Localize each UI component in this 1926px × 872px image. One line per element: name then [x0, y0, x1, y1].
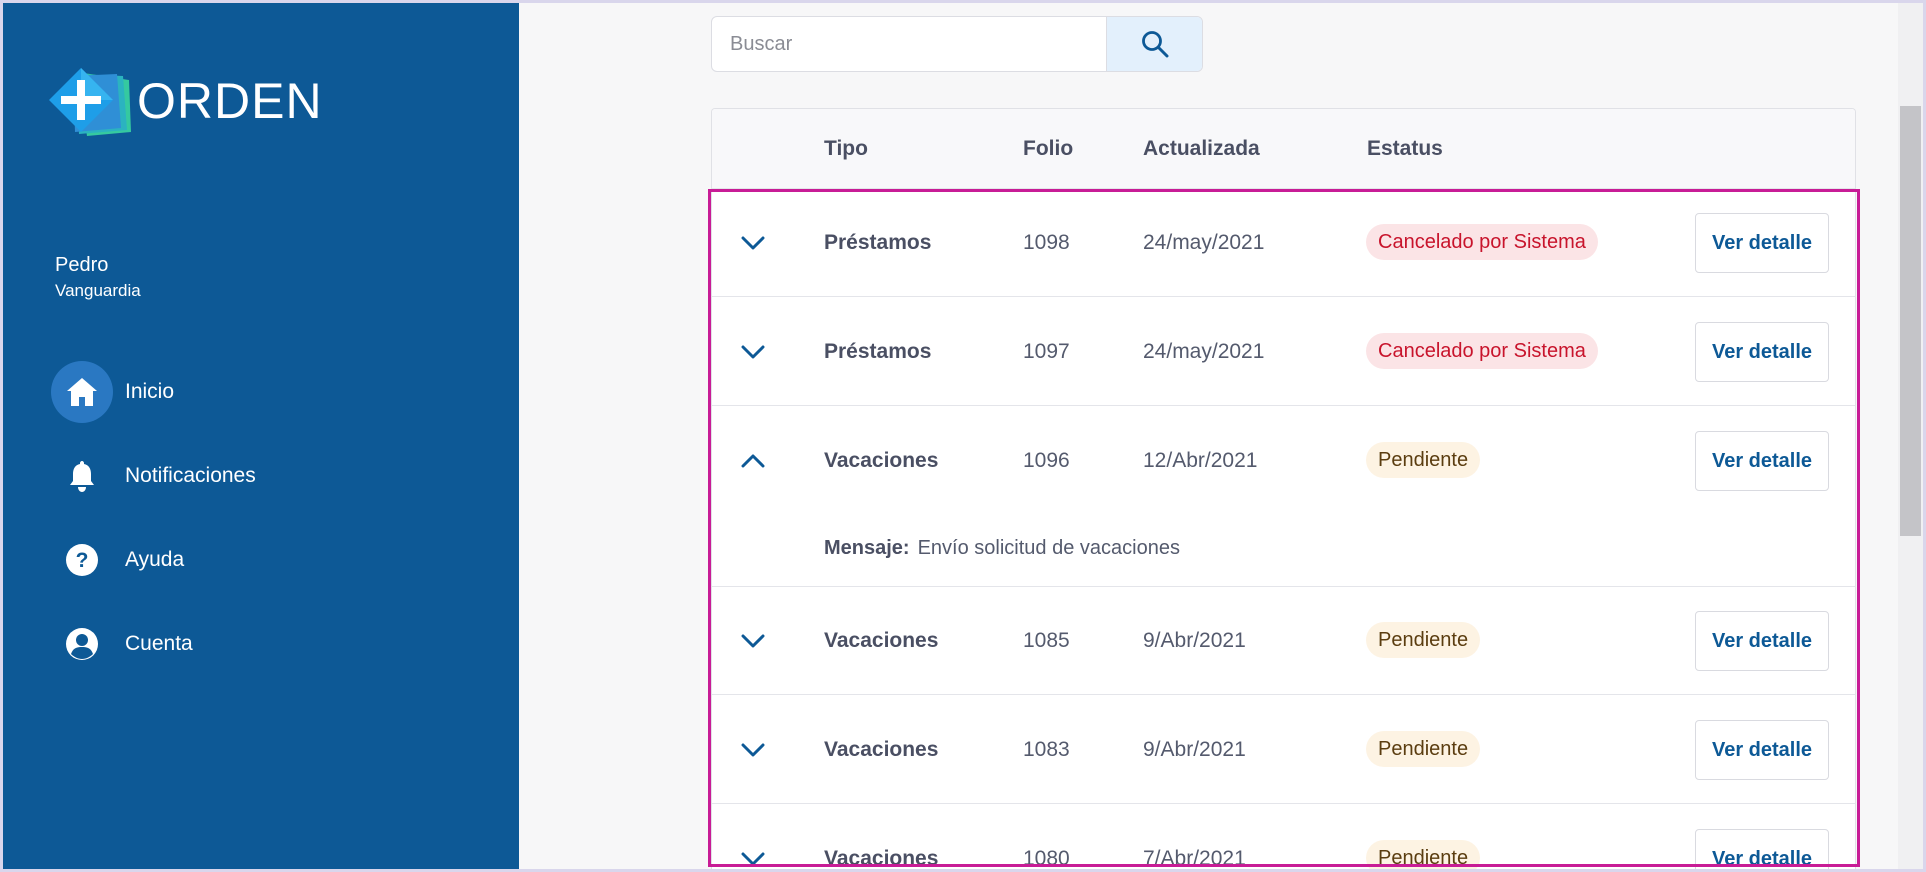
sidebar-item-label: Cuenta: [125, 632, 193, 655]
row-actualizada: 24/may/2021: [1143, 231, 1265, 254]
user-info: Pedro Vanguardia: [55, 253, 141, 302]
search-icon: [1141, 31, 1168, 58]
chevron-down-icon: [741, 743, 765, 757]
search-input[interactable]: [712, 17, 1106, 71]
row-actualizada: 9/Abr/2021: [1143, 738, 1246, 761]
column-header-actualizada[interactable]: Actualizada: [1143, 137, 1260, 161]
ver-detalle-button[interactable]: Ver detalle: [1695, 322, 1829, 382]
sidebar-nav: Inicio Notificaciones ? Ayuda Cuenta: [51, 361, 256, 697]
column-header-estatus[interactable]: Estatus: [1367, 137, 1443, 161]
chevron-down-icon: [741, 345, 765, 359]
sidebar-item-notificaciones[interactable]: Notificaciones: [51, 445, 256, 507]
ver-detalle-button[interactable]: Ver detalle: [1695, 213, 1829, 273]
page-scrollbar[interactable]: [1898, 3, 1923, 869]
chevron-down-icon: [741, 236, 765, 250]
row-actualizada: 7/Abr/2021: [1143, 847, 1246, 870]
row-folio: 1098: [1023, 231, 1070, 254]
brand-logo[interactable]: ORDEN: [47, 66, 323, 136]
table-row: Vacaciones 1080 7/Abr/2021 Pendiente Ver…: [712, 805, 1855, 872]
home-icon: [51, 361, 113, 423]
row-tipo: Préstamos: [824, 231, 932, 254]
table-row: Préstamos 1098 24/may/2021 Cancelado por…: [712, 189, 1855, 297]
expand-row-button[interactable]: [738, 627, 768, 655]
row-folio: 1097: [1023, 340, 1070, 363]
expand-row-button[interactable]: [738, 845, 768, 872]
message-label: Mensaje:: [824, 537, 910, 559]
message-text: Envío solicitud de vacaciones: [917, 537, 1180, 559]
row-actualizada: 9/Abr/2021: [1143, 629, 1246, 652]
row-tipo: Vacaciones: [824, 449, 939, 472]
expand-row-button[interactable]: [738, 229, 768, 257]
table-row: Préstamos 1097 24/may/2021 Cancelado por…: [712, 298, 1855, 406]
sidebar-item-inicio[interactable]: Inicio: [51, 361, 256, 423]
status-badge: Pendiente: [1366, 840, 1481, 872]
table-header: Tipo Folio Actualizada Estatus: [712, 109, 1855, 189]
brand-name: ORDEN: [137, 73, 323, 129]
status-badge: Cancelado por Sistema: [1366, 333, 1598, 369]
row-folio: 1096: [1023, 449, 1070, 472]
status-badge: Cancelado por Sistema: [1366, 224, 1598, 260]
chevron-up-icon: [741, 454, 765, 468]
status-badge: Pendiente: [1366, 731, 1481, 767]
chevron-down-icon: [741, 852, 765, 866]
column-header-folio[interactable]: Folio: [1023, 137, 1073, 161]
row-actualizada: 12/Abr/2021: [1143, 449, 1258, 472]
requests-table: Tipo Folio Actualizada Estatus Préstamos…: [711, 108, 1856, 872]
row-message: Mensaje: Envío solicitud de vacaciones: [824, 537, 1180, 560]
user-first-name: Pedro: [55, 254, 109, 276]
table-row: Vacaciones 1085 9/Abr/2021 Pendiente Ver…: [712, 587, 1855, 695]
ver-detalle-button[interactable]: Ver detalle: [1695, 829, 1829, 872]
row-actualizada: 24/may/2021: [1143, 340, 1265, 363]
status-badge: Pendiente: [1366, 442, 1481, 478]
bell-icon: [51, 445, 113, 507]
column-header-tipo[interactable]: Tipo: [824, 137, 868, 161]
help-icon: ?: [51, 529, 113, 591]
sidebar-item-ayuda[interactable]: ? Ayuda: [51, 529, 256, 591]
row-tipo: Vacaciones: [824, 738, 939, 761]
ver-detalle-button[interactable]: Ver detalle: [1695, 431, 1829, 491]
user-last-name: Vanguardia: [55, 281, 141, 300]
sidebar: ORDEN Pedro Vanguardia Inicio Notificaci…: [3, 3, 519, 869]
search-bar: [711, 16, 1203, 72]
row-tipo: Préstamos: [824, 340, 932, 363]
ver-detalle-button[interactable]: Ver detalle: [1695, 611, 1829, 671]
orden-logo-icon: [49, 68, 131, 136]
row-tipo: Vacaciones: [824, 629, 939, 652]
row-folio: 1083: [1023, 738, 1070, 761]
sidebar-item-label: Notificaciones: [125, 464, 256, 487]
sidebar-item-label: Ayuda: [125, 548, 185, 571]
expand-row-button[interactable]: [738, 736, 768, 764]
expand-row-button[interactable]: [738, 338, 768, 366]
collapse-row-button[interactable]: [738, 447, 768, 475]
row-tipo: Vacaciones: [824, 847, 939, 870]
status-badge: Pendiente: [1366, 622, 1481, 658]
chevron-down-icon: [741, 634, 765, 648]
table-row-expanded: Vacaciones 1096 12/Abr/2021 Pendiente Ve…: [712, 407, 1855, 587]
sidebar-item-cuenta[interactable]: Cuenta: [51, 613, 256, 675]
ver-detalle-button[interactable]: Ver detalle: [1695, 720, 1829, 780]
search-button[interactable]: [1106, 17, 1202, 71]
table-row: Vacaciones 1083 9/Abr/2021 Pendiente Ver…: [712, 696, 1855, 804]
svg-text:?: ?: [76, 549, 89, 572]
scrollbar-thumb[interactable]: [1900, 106, 1921, 536]
account-icon: [51, 613, 113, 675]
row-folio: 1085: [1023, 629, 1070, 652]
row-folio: 1080: [1023, 847, 1070, 870]
sidebar-item-label: Inicio: [125, 380, 175, 403]
